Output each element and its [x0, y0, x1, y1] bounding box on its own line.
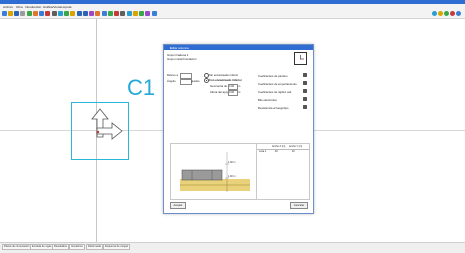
embedment-label: Coeficientes de empotramiento — [258, 82, 297, 86]
move-icon[interactable] — [52, 11, 57, 16]
tab-isovalores[interactable]: Isovalores — [69, 244, 85, 250]
tab-planta[interactable]: Planta de cimentación — [2, 244, 32, 250]
zoom-out-icon[interactable] — [83, 11, 88, 16]
menu-introduccion[interactable]: Introducción — [25, 5, 41, 9]
warning-icon[interactable] — [438, 11, 443, 16]
alert-icon[interactable] — [450, 11, 455, 16]
column-axis-arrows-icon — [72, 103, 128, 159]
delete-icon[interactable] — [45, 11, 50, 16]
tab-esquema-cargas[interactable]: Esquema de cargas — [103, 244, 130, 250]
column-thumbnail-icon — [294, 52, 307, 65]
grid-icon[interactable] — [27, 11, 32, 16]
refresh-icon[interactable] — [432, 11, 437, 16]
menu-obra[interactable]: Obra — [16, 5, 23, 9]
rotate-icon[interactable] — [58, 11, 63, 16]
fire-resistance-button[interactable] — [303, 105, 307, 109]
rotation-label: Relevo a — [167, 73, 178, 77]
menu-grafica[interactable]: Gráfica/Ventas — [43, 5, 63, 9]
zoom-in-icon[interactable] — [77, 11, 82, 16]
angle-unit: grados — [191, 79, 200, 83]
export-icon[interactable] — [133, 11, 138, 16]
axial-stiffness-button[interactable] — [303, 89, 307, 93]
dim-upper: 1.00 m — [228, 161, 235, 164]
menu-archivo[interactable]: Archivo — [3, 5, 13, 9]
beam-icon[interactable] — [39, 11, 44, 16]
foundation-icon[interactable] — [95, 11, 100, 16]
menu-ayuda[interactable]: Ayuda — [63, 5, 71, 9]
cancel-button[interactable]: Cancelar — [290, 202, 308, 209]
table-header-ancho-y: Ancho Y (m) — [289, 145, 302, 148]
dimensions-table: Ancho X (m) Ancho Y (m) Losa 1 40 40 — [256, 143, 310, 200]
buckling-button[interactable] — [303, 73, 307, 77]
column-label: C1 — [127, 75, 155, 101]
dim-lower: 1.00 m — [228, 175, 235, 178]
edit-column-dialog: Editar columna × Grupo final Losa 1 Grup… — [163, 44, 314, 214]
column-icon[interactable] — [33, 11, 38, 16]
group-sub: Grupo inicial Fundación — [167, 57, 196, 61]
table-cell-ancho-y[interactable]: 40 — [292, 150, 295, 153]
ok-icon[interactable] — [444, 11, 449, 16]
save-icon[interactable] — [14, 11, 19, 16]
table-cell-group: Losa 1 — [259, 150, 266, 153]
angle-label: Ángulo — [167, 79, 176, 83]
column-section-drawing — [171, 144, 257, 199]
with-jacket-label: Con encamisado inferior — [209, 78, 242, 82]
print-icon[interactable] — [20, 11, 25, 16]
support-geometry-unit: m — [238, 84, 240, 88]
tab-resultados[interactable]: Resultados — [52, 244, 69, 250]
accept-button[interactable]: Aceptar — [170, 202, 186, 209]
info-icon[interactable] — [456, 11, 461, 16]
view-icon[interactable] — [127, 11, 132, 16]
column-axis-mini-icon — [295, 53, 306, 64]
close-icon[interactable]: × — [170, 46, 311, 50]
check-icon[interactable] — [108, 11, 113, 16]
bits-label: Bits electrónico — [258, 98, 277, 102]
fire-resistance-label: Resistencia al fuego/tipo — [258, 106, 288, 110]
dialog-title-bar: Editar columna × — [164, 45, 313, 50]
error-icon[interactable] — [114, 11, 119, 16]
support-height-input[interactable]: 0.00 — [228, 90, 238, 96]
copy-icon[interactable] — [64, 11, 69, 16]
bits-button[interactable] — [303, 97, 307, 101]
measure-icon[interactable] — [70, 11, 75, 16]
calculate-icon[interactable] — [102, 11, 107, 16]
section-preview: 1.00 m 1.00 m — [170, 143, 258, 200]
column-selection-box[interactable] — [71, 102, 129, 160]
settings-icon[interactable] — [145, 11, 150, 16]
tab-entrada-vigas[interactable]: Entrada de vigas — [30, 244, 53, 250]
tab-deformada[interactable]: Deformada — [86, 244, 103, 250]
table-header-ancho-x: Ancho X (m) — [272, 145, 285, 148]
embedment-button[interactable] — [303, 81, 307, 85]
table-cell-ancho-x[interactable]: 40 — [275, 150, 278, 153]
toolbar — [0, 9, 465, 19]
layers-icon[interactable] — [89, 11, 94, 16]
report-icon[interactable] — [139, 11, 144, 16]
new-icon[interactable] — [2, 11, 7, 16]
status-bar: Planta de cimentación Entrada de vigas R… — [0, 242, 465, 253]
open-icon[interactable] — [8, 11, 13, 16]
help-icon[interactable] — [152, 11, 157, 16]
properties-icon[interactable] — [120, 11, 125, 16]
no-jacket-label: Sin encamisado inferior — [209, 73, 238, 77]
support-height-unit: m — [238, 90, 240, 94]
buckling-label: Coeficientes de pandeo — [258, 74, 287, 78]
axial-stiffness-label: Coeficientes de rigidez axil — [258, 90, 291, 94]
